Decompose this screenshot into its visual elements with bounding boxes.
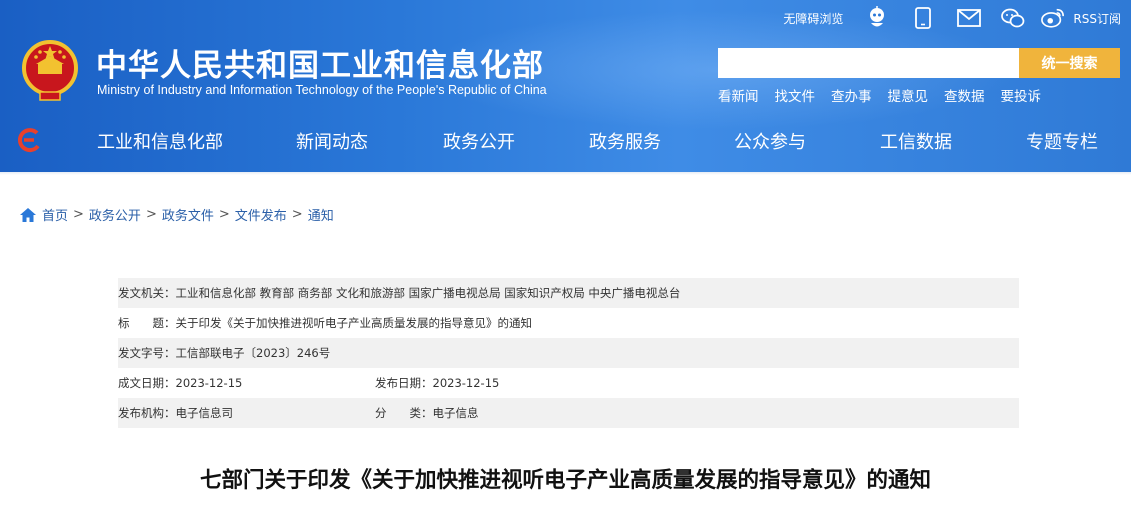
written-date-label: 成文日期： [118, 376, 176, 390]
mail-icon[interactable] [957, 6, 982, 30]
published-date-value: 2023-12-15 [432, 376, 500, 390]
document-metadata-table: 发文机关： 工业和信息化部 教育部 商务部 文化和旅游部 国家广播电视总局 国家… [118, 278, 1019, 428]
written-date-value: 2023-12-15 [175, 376, 243, 390]
quick-link-services[interactable]: 查办事 [831, 85, 872, 105]
nav-item-topics[interactable]: 专题专栏 [1026, 128, 1098, 154]
issuer-label: 发文机关： [118, 286, 176, 300]
nav-item-ministry[interactable]: 工业和信息化部 [97, 128, 223, 154]
title-value: 关于印发《关于加快推进视听电子产业高质量发展的指导意见》的通知 [175, 316, 533, 330]
organization-label: 发布机构： [118, 406, 176, 420]
issuer-value: 工业和信息化部 教育部 商务部 文化和旅游部 国家广播电视总局 国家知识产权局 … [175, 286, 681, 300]
breadcrumb-government-documents[interactable]: 政务文件 [162, 205, 214, 224]
main-nav: 工业和信息化部 新闻动态 政务公开 政务服务 公众参与 工信数据 专题专栏 [0, 118, 1131, 164]
breadcrumb-separator: > [73, 207, 84, 222]
nav-item-services[interactable]: 政务服务 [589, 128, 661, 154]
breadcrumb-separator: > [291, 207, 303, 222]
breadcrumb-document-release[interactable]: 文件发布 [235, 205, 287, 224]
search-bar: 统一搜索 [718, 48, 1120, 78]
breadcrumb-government-affairs[interactable]: 政务公开 [89, 205, 141, 224]
quick-link-files[interactable]: 找文件 [775, 85, 816, 105]
meta-row-organization: 发布机构： 电子信息司 分 类：电子信息 [118, 398, 1019, 428]
meta-row-document-number: 发文字号： 工信部联电子〔2023〕246号 [118, 338, 1019, 368]
nav-item-participation[interactable]: 公众参与 [734, 128, 806, 154]
breadcrumb: 首页 > 政务公开 > 政务文件 > 文件发布 > 通知 [20, 205, 334, 224]
breadcrumb-notices[interactable]: 通知 [308, 205, 334, 224]
category-value: 电子信息 [432, 406, 479, 420]
quick-link-suggestions[interactable]: 提意见 [888, 85, 929, 105]
top-links-bar: 无障碍浏览 RSS订阅 [783, 5, 1121, 31]
site-title-english: Ministry of Industry and Information Tec… [97, 83, 547, 97]
quick-links: 看新闻 找文件 查办事 提意见 查数据 要投诉 [718, 85, 1057, 105]
category-label: 分 类： [375, 406, 433, 420]
breadcrumb-home[interactable]: 首页 [42, 205, 68, 224]
site-title[interactable]: 中华人民共和国工业和信息化部 [96, 40, 544, 85]
header-divider [0, 172, 1131, 175]
breadcrumb-separator: > [145, 207, 157, 222]
national-emblem-icon[interactable] [18, 38, 82, 102]
quick-link-news[interactable]: 看新闻 [718, 85, 759, 105]
breadcrumb-separator: > [218, 207, 230, 222]
nav-item-government-affairs[interactable]: 政务公开 [443, 128, 515, 154]
meta-row-title: 标 题： 关于印发《关于加快推进视听电子产业高质量发展的指导意见》的通知 [118, 308, 1019, 338]
nav-item-data[interactable]: 工信数据 [880, 128, 952, 154]
wechat-icon[interactable] [1001, 6, 1025, 30]
organization-value: 电子信息司 [175, 406, 234, 420]
mobile-icon[interactable] [911, 6, 935, 30]
meta-row-dates: 成文日期： 2023-12-15 发布日期：2023-12-15 [118, 368, 1019, 398]
search-input[interactable] [718, 48, 1019, 78]
search-button[interactable]: 统一搜索 [1019, 48, 1120, 78]
quick-link-data[interactable]: 查数据 [944, 85, 985, 105]
accessibility-link[interactable]: 无障碍浏览 [783, 10, 843, 27]
title-label: 标 题： [118, 316, 176, 330]
quick-link-complaints[interactable]: 要投诉 [1001, 85, 1042, 105]
nav-item-news[interactable]: 新闻动态 [296, 128, 368, 154]
robot-assistant-icon[interactable] [865, 6, 889, 30]
category-group: 分 类：电子信息 [375, 405, 479, 421]
ministry-logo-icon[interactable] [16, 127, 42, 153]
document-number-label: 发文字号： [118, 346, 176, 360]
site-header: 中华人民共和国工业和信息化部 Ministry of Industry and … [0, 0, 1131, 172]
published-date-group: 发布日期：2023-12-15 [375, 375, 499, 391]
weibo-icon[interactable] [1041, 6, 1065, 30]
home-icon[interactable] [20, 207, 36, 222]
document-number-value: 工信部联电子〔2023〕246号 [175, 346, 331, 360]
rss-link[interactable]: RSS订阅 [1073, 10, 1121, 27]
published-date-label: 发布日期： [375, 376, 433, 390]
meta-row-issuer: 发文机关： 工业和信息化部 教育部 商务部 文化和旅游部 国家广播电视总局 国家… [118, 278, 1019, 308]
document-title: 七部门关于印发《关于加快推进视听电子产业高质量发展的指导意见》的通知 [199, 468, 931, 493]
